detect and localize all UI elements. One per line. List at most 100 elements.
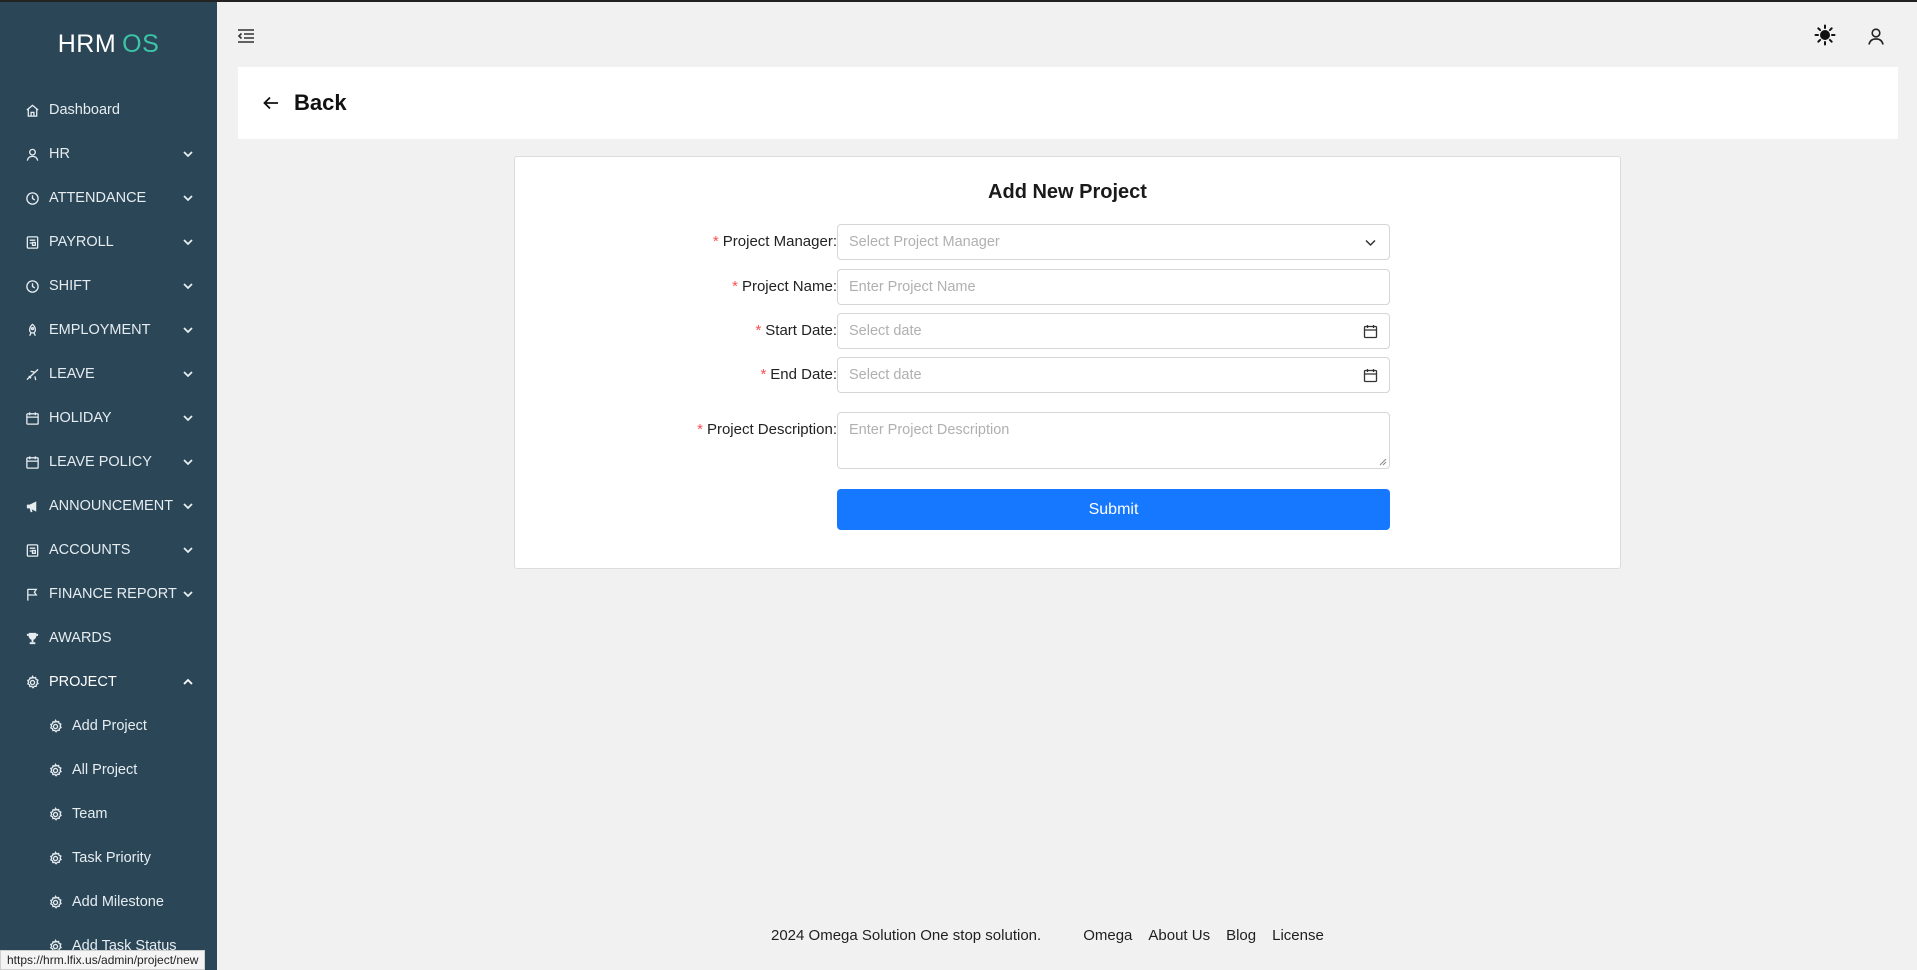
brand-name: HRM — [57, 29, 117, 58]
sidebar-item-leave-policy[interactable]: LEAVE POLICY — [0, 440, 217, 484]
calendar-icon — [24, 454, 40, 470]
project-manager-label: * Project Manager: — [712, 233, 837, 250]
sidebar-item-label: HOLIDAY — [49, 410, 112, 426]
sun-icon[interactable] — [1814, 24, 1836, 46]
project-name-input[interactable]: Enter Project Name — [837, 269, 1390, 305]
chevron-down-icon — [183, 283, 193, 290]
sidebar-subitem-label: Add Project — [72, 718, 147, 734]
sidebar-item-holiday[interactable]: HOLIDAY — [0, 396, 217, 440]
footer: 2024 Omega Solution One stop solution. O… — [771, 925, 1340, 945]
sidebar-item-payroll[interactable]: PAYROLL — [0, 220, 217, 264]
sidebar-item-label: ACCOUNTS — [49, 542, 131, 558]
start-date-placeholder: Select date — [849, 323, 922, 339]
sidebar-subitem-add-milestone[interactable]: Add Milestone — [0, 880, 217, 924]
project-description-placeholder: Enter Project Description — [849, 422, 1010, 438]
sidebar-subitem-label: Team — [72, 806, 108, 822]
start-date-picker[interactable]: Select date — [837, 313, 1390, 349]
sidebar-item-dashboard[interactable]: Dashboard — [0, 88, 217, 132]
brand-logo[interactable]: HRM OS — [0, 0, 217, 88]
footer-link-about-us[interactable]: About Us — [1148, 927, 1210, 944]
footer-link-omega[interactable]: Omega — [1083, 927, 1132, 944]
footer-link-license[interactable]: License — [1272, 927, 1324, 944]
brand-accent: OS — [122, 29, 160, 58]
window-top-edge — [0, 0, 1917, 2]
megaphone-icon — [24, 498, 40, 514]
field-row-project-name: * Project Name: Enter Project Name — [515, 269, 1620, 305]
footer-copyright: 2024 Omega Solution One stop solution. — [771, 926, 1042, 944]
sidebar-subitem-team[interactable]: Team — [0, 792, 217, 836]
sidebar-item-shift[interactable]: SHIFT — [0, 264, 217, 308]
start-date-label: * Start Date: — [755, 322, 837, 339]
project-name-label: * Project Name: — [732, 278, 837, 295]
calendar-icon — [1363, 369, 1378, 383]
browser-status-url: https://hrm.lfix.us/admin/project/new — [0, 950, 206, 970]
add-project-form: Add New Project * Project Manager: Select… — [514, 156, 1621, 569]
required-mark: * — [712, 233, 719, 250]
calendar-icon — [1363, 325, 1378, 339]
sidebar-item-accounts[interactable]: ACCOUNTS — [0, 528, 217, 572]
file-icon — [24, 542, 40, 558]
sidebar-item-label: SHIFT — [49, 278, 91, 294]
field-row-start-date: * Start Date: Select date — [515, 313, 1620, 349]
sidebar-item-hr[interactable]: HR — [0, 132, 217, 176]
home-icon — [24, 102, 40, 118]
sidebar-item-project[interactable]: PROJECT — [0, 660, 217, 704]
sidebar-item-employment[interactable]: EMPLOYMENT — [0, 308, 217, 352]
sidebar-subitem-label: All Project — [72, 762, 138, 778]
sidebar-subitem-add-project[interactable]: Add Project — [0, 704, 217, 748]
end-date-picker[interactable]: Select date — [837, 357, 1390, 393]
project-manager-select[interactable]: Select Project Manager — [837, 224, 1390, 260]
back-label: Back — [294, 90, 347, 115]
trophy-icon — [24, 630, 40, 646]
user-avatar-icon[interactable] — [1866, 26, 1886, 46]
gear-icon — [48, 718, 63, 734]
chevron-down-icon — [183, 459, 193, 466]
sidebar-item-announcement[interactable]: ANNOUNCEMENT — [0, 484, 217, 528]
chevron-up-icon — [183, 678, 193, 685]
clock-icon — [24, 278, 40, 294]
gear-icon — [48, 806, 63, 822]
file-icon — [24, 234, 40, 250]
chevron-down-icon — [183, 151, 193, 158]
sidebar-subitem-task-priority[interactable]: Task Priority — [0, 836, 217, 880]
sidebar-item-leave[interactable]: LEAVE — [0, 352, 217, 396]
sidebar-item-finance-report[interactable]: FINANCE REPORT — [0, 572, 217, 616]
user-icon — [24, 146, 40, 162]
form-title: Add New Project — [988, 181, 1147, 203]
project-name-placeholder: Enter Project Name — [849, 279, 976, 295]
gear-icon — [48, 894, 63, 910]
plane-icon — [24, 366, 40, 382]
chevron-down-icon — [1365, 239, 1376, 247]
sidebar-item-attendance[interactable]: ATTENDANCE — [0, 176, 217, 220]
chevron-down-icon — [183, 195, 193, 202]
sidebar-item-label: Dashboard — [49, 102, 120, 118]
arrow-left-icon — [263, 96, 278, 110]
sidebar-item-label: PROJECT — [49, 674, 117, 690]
sidebar-item-label: AWARDS — [49, 630, 112, 646]
required-mark: * — [732, 278, 738, 295]
sidebar-item-label: LEAVE POLICY — [49, 454, 152, 470]
page-header: Back — [238, 67, 1898, 139]
chevron-down-icon — [183, 415, 193, 422]
back-button[interactable]: Back — [262, 90, 347, 116]
menu-fold-icon[interactable] — [236, 26, 256, 46]
sidebar-item-label: LEAVE — [49, 366, 95, 382]
sidebar-item-label: PAYROLL — [49, 234, 114, 250]
required-mark: * — [760, 366, 767, 383]
sidebar-item-label: ANNOUNCEMENT — [49, 498, 174, 514]
gear-icon — [24, 674, 40, 690]
submit-button[interactable]: Submit — [837, 489, 1390, 530]
footer-link-blog[interactable]: Blog — [1226, 927, 1256, 944]
sidebar-subitem-label: Task Priority — [72, 850, 151, 866]
chevron-down-icon — [183, 591, 193, 598]
sidebar-subitem-all-project[interactable]: All Project — [0, 748, 217, 792]
chevron-down-icon — [183, 547, 193, 554]
sidebar-item-awards[interactable]: AWARDS — [0, 616, 217, 660]
resize-handle-icon[interactable] — [1379, 458, 1387, 466]
sidebar-item-label: ATTENDANCE — [49, 190, 147, 206]
required-mark: * — [697, 421, 703, 438]
project-description-textarea[interactable]: Enter Project Description — [837, 412, 1390, 469]
chevron-down-icon — [183, 327, 193, 334]
sidebar: HRM OS Dashboard HR ATTENDANCE PAYROLL SH… — [0, 0, 217, 970]
field-row-project-manager: * Project Manager: Select Project Manager — [515, 224, 1620, 260]
